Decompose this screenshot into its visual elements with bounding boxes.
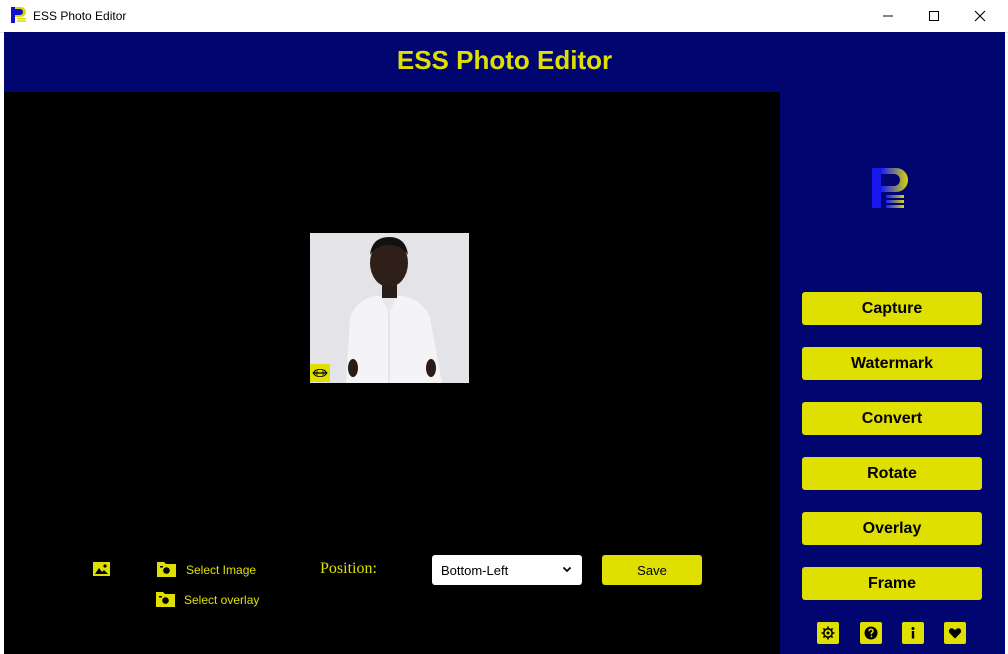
heart-icon <box>948 628 962 639</box>
portrait-image <box>310 233 469 383</box>
help-button[interactable] <box>860 622 882 644</box>
favorite-button[interactable] <box>944 622 966 644</box>
watermark-button[interactable]: Watermark <box>802 347 982 380</box>
chevron-down-icon <box>562 566 572 573</box>
minimize-icon <box>883 15 893 17</box>
app-logo-icon <box>11 7 26 23</box>
select-image-folder-icon[interactable] <box>157 560 176 577</box>
select-image-link[interactable]: Select Image <box>186 563 256 577</box>
settings-button[interactable] <box>817 622 839 644</box>
minimize-button[interactable] <box>865 0 911 32</box>
close-button[interactable] <box>957 0 1003 32</box>
app-header-title: ESS Photo Editor <box>396 45 613 75</box>
position-select[interactable]: Bottom-Left <box>432 555 582 585</box>
overlay-resize-handle[interactable] <box>310 364 330 382</box>
maximize-button[interactable] <box>911 0 957 32</box>
window-titlebar: ESS Photo Editor <box>0 0 1008 33</box>
position-select-value: Bottom-Left <box>441 562 509 578</box>
app-body: ESS Photo Editor Capture Watermark Conve… <box>4 32 1005 654</box>
select-overlay-link[interactable]: Select overlay <box>184 593 259 607</box>
photo-preview[interactable] <box>310 233 469 383</box>
close-icon <box>974 10 986 22</box>
rotate-button[interactable]: Rotate <box>802 457 982 490</box>
overlay-button[interactable]: Overlay <box>802 512 982 545</box>
help-icon <box>864 626 878 640</box>
info-icon <box>911 627 915 639</box>
save-button[interactable]: Save <box>602 555 702 585</box>
convert-button[interactable]: Convert <box>802 402 982 435</box>
maximize-icon <box>929 11 939 21</box>
image-icon[interactable] <box>93 562 110 576</box>
info-button[interactable] <box>902 622 924 644</box>
resize-arrows-icon <box>312 369 328 377</box>
window-title: ESS Photo Editor <box>33 9 127 23</box>
position-label: Position: <box>320 560 377 577</box>
brand-logo-icon <box>872 168 908 208</box>
settings-icon <box>821 626 835 640</box>
capture-button[interactable]: Capture <box>802 292 982 325</box>
frame-button[interactable]: Frame <box>802 567 982 600</box>
select-overlay-folder-icon[interactable] <box>156 590 175 607</box>
